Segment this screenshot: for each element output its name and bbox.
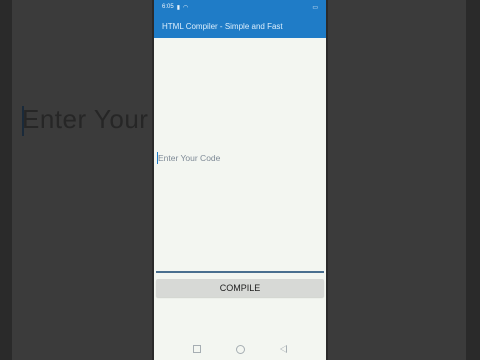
wifi-icon: ◠ <box>183 4 189 11</box>
blurred-background-text: Enter Your C <box>22 104 152 134</box>
navigation-bar <box>154 338 326 360</box>
app-title: HTML Compiler - Simple and Fast <box>162 21 283 31</box>
code-editor-area[interactable] <box>154 38 326 272</box>
blurred-background-left <box>12 0 152 360</box>
recent-apps-icon[interactable] <box>193 345 202 353</box>
blurred-background-right <box>328 0 466 360</box>
signal-icon: ▮ <box>176 4 180 11</box>
phone-screen: 6:05 ▮ ◠ ▭ HTML Compiler - Simple and Fa… <box>154 0 326 360</box>
status-right: ▭ <box>312 4 318 11</box>
home-icon[interactable] <box>235 344 245 354</box>
status-left: 6:05 ▮ ◠ <box>162 4 188 11</box>
code-input[interactable] <box>158 151 322 165</box>
back-icon[interactable] <box>279 345 287 353</box>
compile-button[interactable]: COMPILE <box>156 279 324 297</box>
input-underline <box>156 271 324 273</box>
battery-icon: ▭ <box>312 4 318 11</box>
status-bar: 6:05 ▮ ◠ ▭ <box>154 0 326 14</box>
app-bar: HTML Compiler - Simple and Fast <box>154 14 326 38</box>
status-time: 6:05 <box>162 4 174 10</box>
